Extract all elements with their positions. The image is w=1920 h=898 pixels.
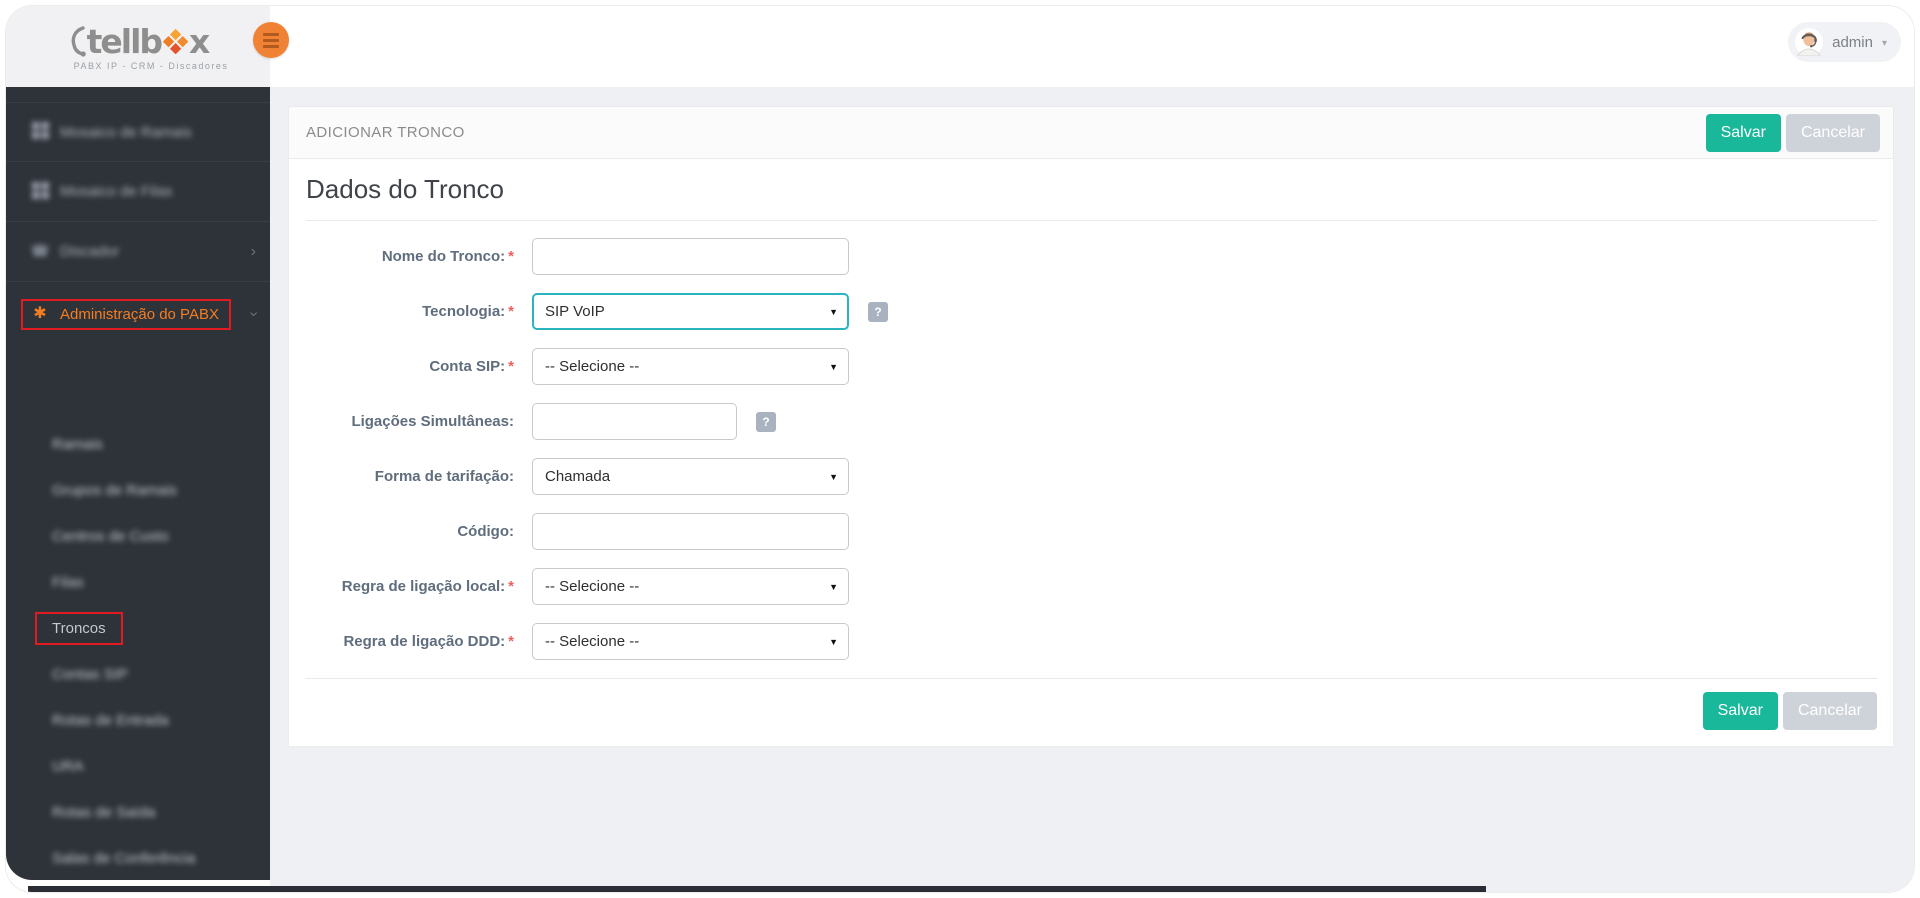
sidebar-subitem-troncos[interactable]: Troncos: [6, 605, 270, 651]
required-asterisk: *: [508, 633, 514, 650]
sidebar-subitem-ramais[interactable]: Ramais: [6, 421, 270, 467]
field-label: Ligações Simultâneas:: [351, 413, 514, 430]
form-row: Forma de tarifação: Chamada ▼: [305, 458, 1877, 495]
logo-text-right: x: [189, 22, 210, 61]
regra-de-ligacao-ddd-select[interactable]: -- Selecione -- ▼: [532, 623, 849, 660]
cancel-button-bottom[interactable]: Cancelar: [1782, 692, 1877, 730]
tronco-form: Nome do Tronco: * Tecnologia: * SIP VoIP ▼?…: [305, 238, 1877, 660]
dropdown-arrow-icon: ▼: [829, 361, 838, 372]
top-toolbar: tellb x PABX IP - CRM - Discadores admin…: [6, 6, 1914, 87]
form-row: Regra de ligação DDD: * -- Selecione -- ▼: [305, 623, 1877, 660]
conta-sip-select[interactable]: -- Selecione -- ▼: [532, 348, 849, 385]
grid-icon: [30, 181, 50, 202]
panel-header: ADICIONAR TRONCO Salvar Cancelar: [288, 106, 1894, 159]
form-footer: Salvar Cancelar: [305, 678, 1877, 730]
dropdown-arrow-icon: ▼: [829, 581, 838, 592]
form-row: Ligações Simultâneas: ?: [305, 403, 1877, 440]
sidebar-item-administracao-do-pabx[interactable]: ✱ Administração do PABX ›: [6, 282, 270, 346]
sidebar-subitem-centros-de-custo[interactable]: Centros de Custo: [6, 513, 270, 559]
chevron-right-icon: ›: [250, 242, 256, 260]
cancel-button[interactable]: Cancelar: [1785, 113, 1880, 152]
form-row: Conta SIP: * -- Selecione -- ▼: [305, 348, 1877, 385]
phone-icon: ☎: [30, 243, 50, 260]
tellbox-logo: tellb x PABX IP - CRM - Discadores: [48, 25, 229, 71]
selected-value: -- Selecione --: [545, 358, 640, 375]
required-asterisk: *: [508, 578, 514, 595]
hamburger-menu-button[interactable]: [253, 22, 289, 58]
sidebar-subitem-ura[interactable]: URA: [6, 743, 270, 789]
sidebar-item-mosaico-de-filas[interactable]: Mosaico de Filas: [6, 162, 270, 222]
username: admin: [1832, 33, 1873, 51]
grid-icon: [30, 122, 50, 142]
help-icon[interactable]: ?: [756, 411, 776, 432]
sidebar-subitem-filas[interactable]: Filas: [6, 559, 270, 605]
asterisk-icon: ✱: [33, 305, 47, 322]
field-label: Conta SIP:: [429, 358, 506, 375]
required-asterisk: *: [508, 248, 514, 265]
dropdown-arrow-icon: ▼: [829, 471, 838, 482]
codigo-input[interactable]: [532, 513, 849, 550]
logo-area: tellb x PABX IP - CRM - Discadores: [6, 6, 270, 87]
sidebar-item-discador[interactable]: ☎ Discador ›: [6, 222, 270, 282]
selected-value: -- Selecione --: [545, 578, 640, 595]
sidebar-subitem-salas-de-conferencia[interactable]: Salas de Conferência: [6, 835, 270, 881]
field-label: Forma de tarifação:: [374, 468, 514, 485]
form-row: Regra de ligação local: * -- Selecione --…: [305, 568, 1877, 605]
page-title: ADICIONAR TRONCO: [306, 124, 465, 141]
dropdown-arrow-icon: ▼: [829, 636, 838, 647]
sidebar-subitem-rotas-de-saida[interactable]: Rotas de Saída: [6, 789, 270, 835]
sidebar-subitem-rotas-de-entrada[interactable]: Rotas de Entrada: [6, 697, 270, 743]
selected-value: SIP VoIP: [545, 303, 605, 320]
field-label: Tecnologia:: [422, 303, 506, 320]
avatar: [1795, 28, 1824, 56]
logo-wordmark: tellb x: [68, 22, 210, 61]
forma-de-tarifacao-select[interactable]: Chamada ▼: [532, 458, 849, 495]
regra-de-ligacao-local-select[interactable]: -- Selecione -- ▼: [532, 568, 849, 605]
section-title: Dados do Tronco: [306, 174, 1877, 221]
help-icon[interactable]: ?: [868, 301, 888, 322]
sidebar-subitem-grupos-de-ramais[interactable]: Grupos de Ramais: [6, 467, 270, 513]
sidebar: Mosaico de Ramais Mosaico de Filas ☎ Dis…: [6, 87, 270, 880]
caret-down-icon: ▾: [1881, 37, 1887, 49]
logo-diamond-o-icon: [163, 29, 189, 54]
field-label: Regra de ligação local:: [341, 578, 506, 595]
sidebar-subitem-contas-sip[interactable]: Contas SIP: [6, 651, 270, 697]
ligacoes-simultaneas-input[interactable]: [532, 403, 737, 440]
user-menu[interactable]: admin ▾: [1788, 22, 1901, 62]
tecnologia-select[interactable]: SIP VoIP ▼: [532, 293, 849, 330]
form-panel: Dados do Tronco Nome do Tronco: * Tecnolo…: [288, 159, 1894, 747]
selected-value: Chamada: [545, 468, 611, 485]
required-asterisk: *: [508, 303, 514, 320]
logo-tagline: PABX IP - CRM - Discadores: [73, 60, 229, 71]
app-frame: tellb x PABX IP - CRM - Discadores admin…: [6, 6, 1914, 892]
dropdown-arrow-icon: ▼: [829, 306, 838, 317]
chevron-down-icon: ›: [245, 311, 263, 317]
form-row: Nome do Tronco: *: [305, 238, 1877, 275]
form-row: Código:: [305, 513, 1877, 550]
nome-do-tronco-input[interactable]: [532, 238, 849, 275]
sidebar-submenu-list: Ramais Grupos de Ramais Centros de Custo…: [6, 421, 270, 892]
selected-value: -- Selecione --: [545, 633, 640, 650]
required-asterisk: *: [508, 358, 514, 375]
sidebar-item-mosaico-de-ramais[interactable]: Mosaico de Ramais: [6, 102, 270, 162]
save-button[interactable]: Salvar: [1705, 113, 1781, 152]
field-label: Código:: [457, 523, 514, 540]
form-row: Tecnologia: * SIP VoIP ▼?: [305, 293, 1877, 330]
field-label: Nome do Tronco:: [381, 248, 506, 265]
window-bottom-edge: [28, 886, 1486, 892]
logo-text-left: tellb: [86, 22, 163, 61]
headset-icon: [71, 25, 86, 57]
save-button-bottom[interactable]: Salvar: [1702, 692, 1778, 730]
field-label: Regra de ligação DDD:: [343, 633, 506, 650]
sidebar-main-list: Mosaico de Ramais Mosaico de Filas ☎ Dis…: [6, 87, 270, 346]
